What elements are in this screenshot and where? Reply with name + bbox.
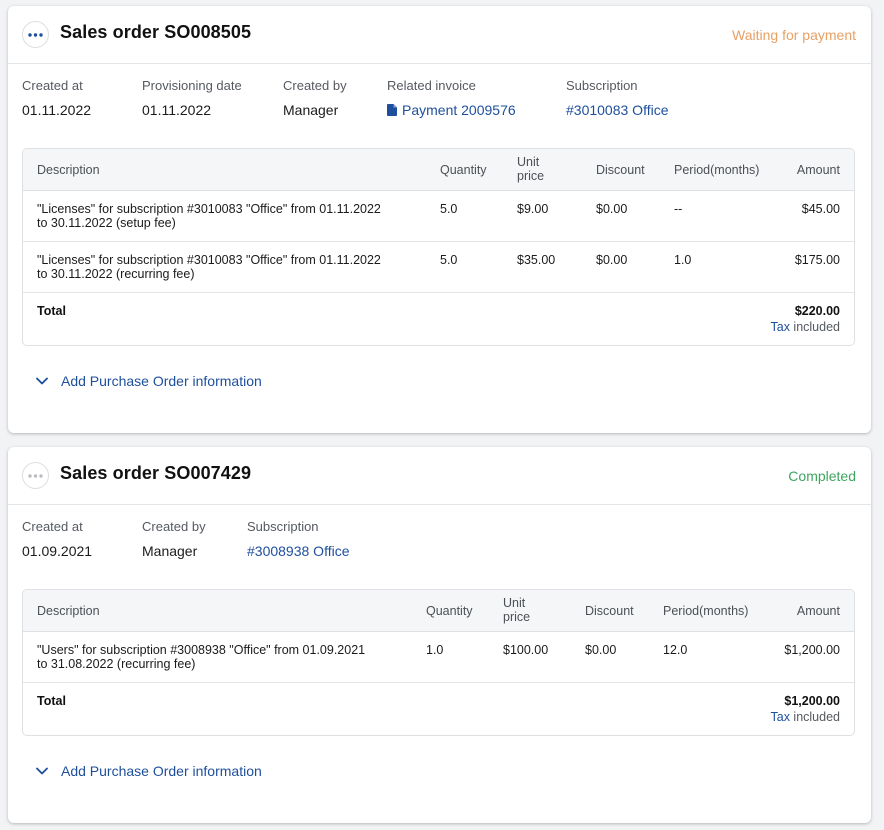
created-by-label: Created by — [142, 519, 206, 534]
provisioning-date-label: Provisioning date — [142, 78, 242, 93]
tax-link[interactable]: Tax — [771, 710, 790, 724]
subscription-label: Subscription — [247, 519, 319, 534]
col-unit-price: Unit price — [517, 155, 544, 183]
col-discount: Discount — [585, 604, 634, 618]
sales-order-card: Sales order SO008505 Waiting for payment… — [8, 6, 871, 433]
table-row: "Licenses" for subscription #3010083 "Of… — [23, 242, 854, 293]
card-header: Sales order SO008505 Waiting for payment — [8, 6, 871, 64]
col-unit-price-line2: price — [517, 169, 545, 183]
tax-suffix: included — [789, 710, 840, 724]
col-discount: Discount — [596, 163, 645, 177]
row-unit-price: $35.00 — [517, 253, 556, 267]
created-at-label: Created at — [22, 78, 83, 93]
order-meta: Created at 01.11.2022 Provisioning date … — [8, 64, 871, 148]
subscription-link[interactable]: #3010083 Office — [566, 102, 669, 118]
more-horizontal-icon — [28, 32, 43, 37]
row-quantity: 5.0 — [440, 202, 458, 216]
status-badge: Completed — [788, 468, 856, 484]
tax-suffix: included — [789, 320, 840, 334]
table-row: "Users" for subscription #3008938 "Offic… — [23, 632, 854, 683]
row-period: -- — [674, 202, 683, 216]
total-amount: $1,200.00 — [784, 694, 840, 708]
row-description-line1: "Users" for subscription #3008938 "Offic… — [37, 643, 366, 657]
subscription-link[interactable]: #3008938 Office — [247, 543, 350, 559]
row-quantity: 1.0 — [426, 643, 444, 657]
row-description-line1: "Licenses" for subscription #3010083 "Of… — [37, 202, 381, 216]
col-amount: Amount — [796, 163, 840, 177]
related-invoice-label: Related invoice — [387, 78, 476, 93]
row-description-line2: to 30.11.2022 (recurring fee) — [37, 267, 195, 281]
col-unit-price-line1: Unit — [517, 155, 540, 169]
col-amount: Amount — [796, 604, 840, 618]
add-po-info-label: Add Purchase Order information — [61, 373, 262, 389]
table-total-row: Total $220.00 Tax included — [23, 293, 854, 345]
status-badge: Waiting for payment — [732, 27, 856, 43]
chevron-down-icon — [36, 377, 48, 385]
more-actions-button[interactable] — [22, 21, 49, 48]
more-actions-button[interactable] — [22, 462, 49, 489]
row-amount: $45.00 — [801, 202, 840, 216]
tax-note: Tax included — [771, 320, 841, 334]
related-invoice-link[interactable]: Payment 2009576 — [387, 102, 516, 118]
add-po-info-button[interactable]: Add Purchase Order information — [36, 373, 262, 389]
document-icon — [387, 104, 397, 116]
tax-note: Tax included — [771, 710, 841, 724]
row-period: 1.0 — [674, 253, 692, 267]
total-amount: $220.00 — [794, 304, 840, 318]
line-items-table: Description Quantity Unit price Discount… — [22, 148, 855, 346]
row-unit-price: $100.00 — [503, 643, 549, 657]
row-description: "Licenses" for subscription #3010083 "Of… — [37, 253, 417, 281]
sales-order-card: Sales order SO007429 Completed Created a… — [8, 447, 871, 823]
more-horizontal-icon — [28, 473, 43, 478]
row-discount: $0.00 — [585, 643, 617, 657]
col-quantity: Quantity — [440, 163, 487, 177]
created-at-value: 01.11.2022 — [22, 102, 92, 118]
row-description: "Licenses" for subscription #3010083 "Of… — [37, 202, 417, 230]
col-unit-price: Unit price — [503, 596, 530, 624]
order-title: Sales order SO008505 — [60, 22, 252, 42]
created-by-label: Created by — [283, 78, 347, 93]
col-unit-price-line1: Unit — [503, 596, 526, 610]
subscription-label: Subscription — [566, 78, 638, 93]
line-items-table: Description Quantity Unit price Discount… — [22, 589, 855, 736]
total-label: Total — [37, 304, 66, 318]
row-description-line1: "Licenses" for subscription #3010083 "Of… — [37, 253, 381, 267]
row-quantity: 5.0 — [440, 253, 458, 267]
order-meta: Created at 01.09.2021 Created by Manager… — [8, 505, 871, 589]
created-by-value: Manager — [283, 102, 339, 118]
row-amount: $175.00 — [794, 253, 840, 267]
col-quantity: Quantity — [426, 604, 473, 618]
order-title: Sales order SO007429 — [60, 463, 252, 483]
col-description: Description — [37, 163, 100, 177]
row-discount: $0.00 — [596, 202, 628, 216]
provisioning-date-value: 01.11.2022 — [142, 102, 212, 118]
related-invoice-text: Payment 2009576 — [402, 102, 516, 118]
total-label: Total — [37, 694, 66, 708]
row-unit-price: $9.00 — [517, 202, 549, 216]
created-at-label: Created at — [22, 519, 83, 534]
col-unit-price-line2: price — [503, 610, 531, 624]
add-po-info-label: Add Purchase Order information — [61, 763, 262, 779]
col-description: Description — [37, 604, 100, 618]
created-at-value: 01.09.2021 — [22, 543, 93, 559]
table-header: Description Quantity Unit price Discount… — [23, 149, 854, 191]
tax-link[interactable]: Tax — [771, 320, 790, 334]
row-period: 12.0 — [663, 643, 688, 657]
table-header: Description Quantity Unit price Discount… — [23, 590, 854, 632]
created-by-value: Manager — [142, 543, 198, 559]
table-row: "Licenses" for subscription #3010083 "Of… — [23, 191, 854, 242]
row-description: "Users" for subscription #3008938 "Offic… — [37, 643, 417, 671]
col-period: Period(months) — [674, 163, 760, 177]
chevron-down-icon — [36, 767, 48, 775]
row-amount: $1,200.00 — [784, 643, 840, 657]
col-period: Period(months) — [663, 604, 749, 618]
card-header: Sales order SO007429 Completed — [8, 447, 871, 505]
add-po-info-button[interactable]: Add Purchase Order information — [36, 763, 262, 779]
row-discount: $0.00 — [596, 253, 628, 267]
row-description-line2: to 30.11.2022 (setup fee) — [37, 216, 176, 230]
table-total-row: Total $1,200.00 Tax included — [23, 683, 854, 735]
row-description-line2: to 31.08.2022 (recurring fee) — [37, 657, 196, 671]
